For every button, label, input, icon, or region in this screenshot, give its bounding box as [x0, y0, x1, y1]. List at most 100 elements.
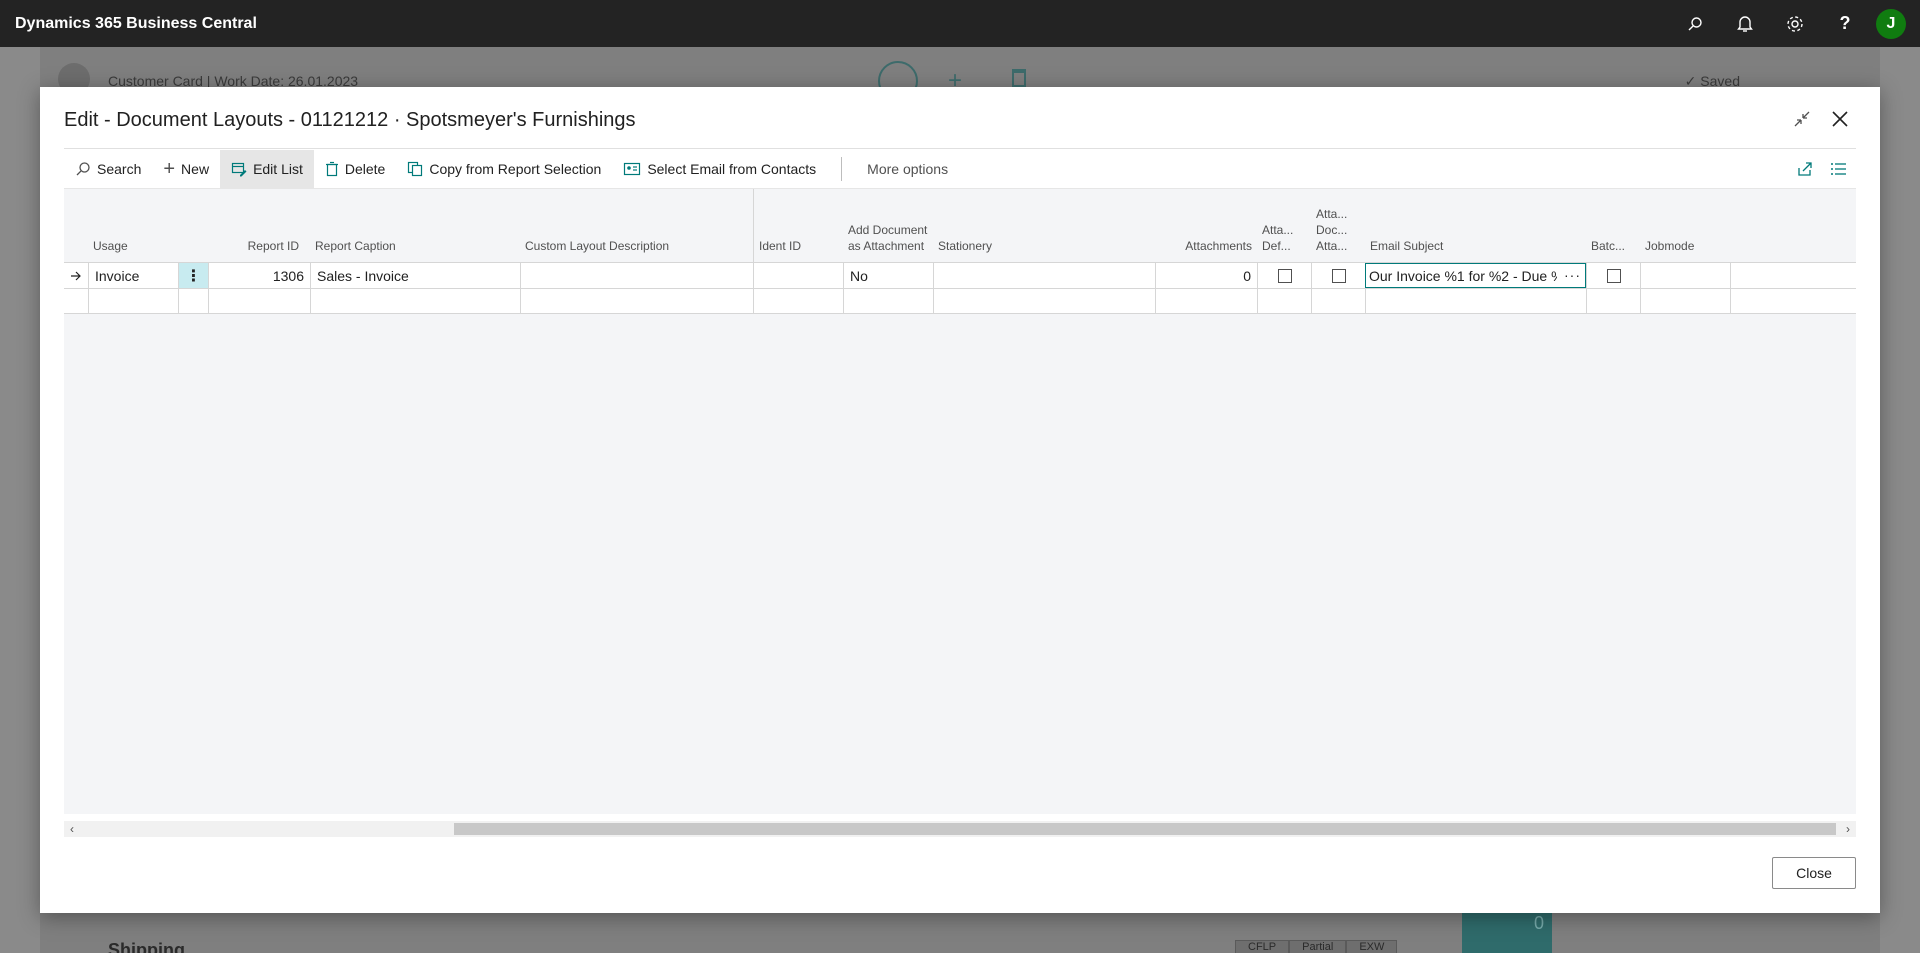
- scroll-left-icon[interactable]: ‹: [64, 821, 80, 837]
- cell-filler: [1730, 263, 1856, 288]
- bell-icon: [1737, 15, 1753, 32]
- row-selector-arrow-icon[interactable]: [64, 263, 88, 288]
- app-name: Dynamics 365 Business Central: [15, 14, 257, 32]
- cell-atta-def: [1257, 263, 1311, 288]
- email-subject-lookup-button[interactable]: ···: [1564, 267, 1581, 283]
- cell-email-subject[interactable]: [1365, 289, 1586, 314]
- cell-jobmode[interactable]: [1640, 289, 1730, 314]
- copy-from-report-selection-button[interactable]: Copy from Report Selection: [396, 150, 612, 188]
- column-header-attachments[interactable]: Attachments: [1155, 189, 1257, 262]
- cell-custom-layout[interactable]: [520, 263, 753, 288]
- settings-button[interactable]: [1770, 0, 1820, 47]
- new-label: New: [181, 161, 210, 177]
- shipping-chips: CFLP Partial EXW: [1235, 940, 1398, 953]
- column-header-empty: [753, 189, 754, 262]
- column-header-usage[interactable]: Usage: [88, 189, 178, 262]
- help-icon: ?: [1839, 13, 1851, 33]
- cell-custom-layout[interactable]: [520, 289, 753, 314]
- column-header-jobmode[interactable]: Jobmode: [1640, 189, 1730, 262]
- plus-icon: +: [163, 158, 176, 180]
- column-header-batch[interactable]: Batc...: [1586, 189, 1640, 262]
- title-divider: [64, 148, 1856, 149]
- cell-usage[interactable]: [88, 289, 178, 314]
- select-email-label: Select Email from Contacts: [647, 161, 817, 177]
- notifications-button[interactable]: [1720, 0, 1770, 47]
- row-selector[interactable]: [64, 289, 88, 314]
- column-header-report-caption[interactable]: Report Caption: [310, 189, 520, 262]
- close-button[interactable]: Close: [1772, 857, 1856, 889]
- more-options-label: More options: [867, 161, 949, 177]
- email-subject-input[interactable]: Our Invoice %1 for %2 - Due %3 ···: [1365, 263, 1586, 288]
- edit-list-button[interactable]: Edit List: [220, 150, 314, 188]
- avatar[interactable]: J: [1876, 8, 1906, 39]
- column-header-add-document[interactable]: Add Document as Attachment: [843, 189, 933, 262]
- scroll-right-icon[interactable]: ›: [1840, 821, 1856, 837]
- atta-def-checkbox[interactable]: [1277, 268, 1292, 283]
- cell-ident-id[interactable]: [753, 289, 843, 314]
- select-email-from-contacts-button[interactable]: Select Email from Contacts: [612, 150, 827, 188]
- cell-atta-doc[interactable]: [1311, 289, 1365, 314]
- more-vertical-icon: ⋮: [185, 267, 202, 285]
- new-button[interactable]: + New: [152, 150, 220, 188]
- collapse-icon: [1794, 111, 1810, 127]
- help-button[interactable]: ?: [1820, 0, 1870, 47]
- column-header-email-subject[interactable]: Email Subject: [1365, 189, 1586, 262]
- column-header-custom-layout[interactable]: Custom Layout Description: [520, 189, 753, 262]
- share-icon[interactable]: [1796, 160, 1814, 178]
- cell-row-actions: [178, 289, 208, 314]
- cell-add-document[interactable]: [843, 289, 933, 314]
- edit-list-icon: [231, 162, 247, 177]
- cell-atta-doc: [1311, 263, 1365, 288]
- cell-report-caption[interactable]: [310, 289, 520, 314]
- top-bar: Dynamics 365 Business Central ? J: [0, 0, 1920, 47]
- table-row[interactable]: [64, 288, 1856, 314]
- cell-batch: [1586, 263, 1640, 288]
- cell-report-caption[interactable]: Sales - Invoice: [310, 263, 520, 288]
- batch-checkbox[interactable]: [1606, 268, 1621, 283]
- column-header-stationery[interactable]: Stationery: [933, 189, 1155, 262]
- cell-report-id[interactable]: [208, 289, 310, 314]
- list-view-icon[interactable]: [1830, 160, 1848, 178]
- table-row[interactable]: Invoice ⋮ 1306 Sales - Invoice No 0 Our …: [64, 262, 1856, 288]
- close-icon: [1832, 111, 1848, 127]
- collapse-button[interactable]: [1790, 107, 1814, 131]
- copy-from-report-label: Copy from Report Selection: [429, 161, 602, 177]
- search-icon: [76, 162, 90, 176]
- cell-jobmode[interactable]: [1640, 263, 1730, 288]
- cell-batch[interactable]: [1586, 289, 1640, 314]
- horizontal-scrollbar[interactable]: ‹ ›: [64, 821, 1856, 837]
- trash-icon: [1012, 69, 1026, 87]
- action-bar-right: [1796, 150, 1856, 188]
- chip-exw: EXW: [1346, 940, 1398, 953]
- document-layouts-dialog: Edit - Document Layouts - 01121212 · Spo…: [40, 87, 1880, 913]
- column-header-report-id[interactable]: Report ID: [208, 189, 304, 262]
- row-actions-button[interactable]: ⋮: [178, 263, 208, 288]
- search-icon: [1688, 16, 1702, 30]
- cell-ident-id[interactable]: [753, 263, 843, 288]
- cell-attachments[interactable]: 0: [1155, 263, 1257, 288]
- cell-filler: [1730, 289, 1856, 314]
- column-header-atta-doc[interactable]: Atta... Doc... Atta...: [1311, 189, 1365, 262]
- close-dialog-button[interactable]: [1828, 107, 1852, 131]
- cell-usage[interactable]: Invoice: [88, 263, 178, 288]
- kpi-tile: 0: [1462, 907, 1552, 953]
- edit-list-label: Edit List: [253, 161, 303, 177]
- cell-attachments[interactable]: [1155, 289, 1257, 314]
- column-header-atta-def[interactable]: Atta... Def...: [1257, 189, 1311, 262]
- delete-button[interactable]: Delete: [314, 150, 396, 188]
- cell-report-id[interactable]: 1306: [208, 263, 310, 288]
- contact-card-icon: [624, 162, 641, 176]
- column-header-ident-id[interactable]: Ident ID: [753, 189, 843, 262]
- scrollbar-thumb[interactable]: [454, 823, 1836, 835]
- cell-add-document[interactable]: No: [843, 263, 933, 288]
- action-bar-divider: [841, 157, 843, 181]
- cell-atta-def[interactable]: [1257, 289, 1311, 314]
- search-action-button[interactable]: Search: [64, 150, 152, 188]
- atta-doc-checkbox[interactable]: [1331, 268, 1346, 283]
- dialog-window-controls: [1790, 107, 1852, 131]
- more-options-button[interactable]: More options: [856, 150, 959, 188]
- cell-stationery[interactable]: [933, 289, 1155, 314]
- cell-stationery[interactable]: [933, 263, 1155, 288]
- search-button[interactable]: [1670, 0, 1720, 47]
- chip-cflp: CFLP: [1235, 940, 1290, 953]
